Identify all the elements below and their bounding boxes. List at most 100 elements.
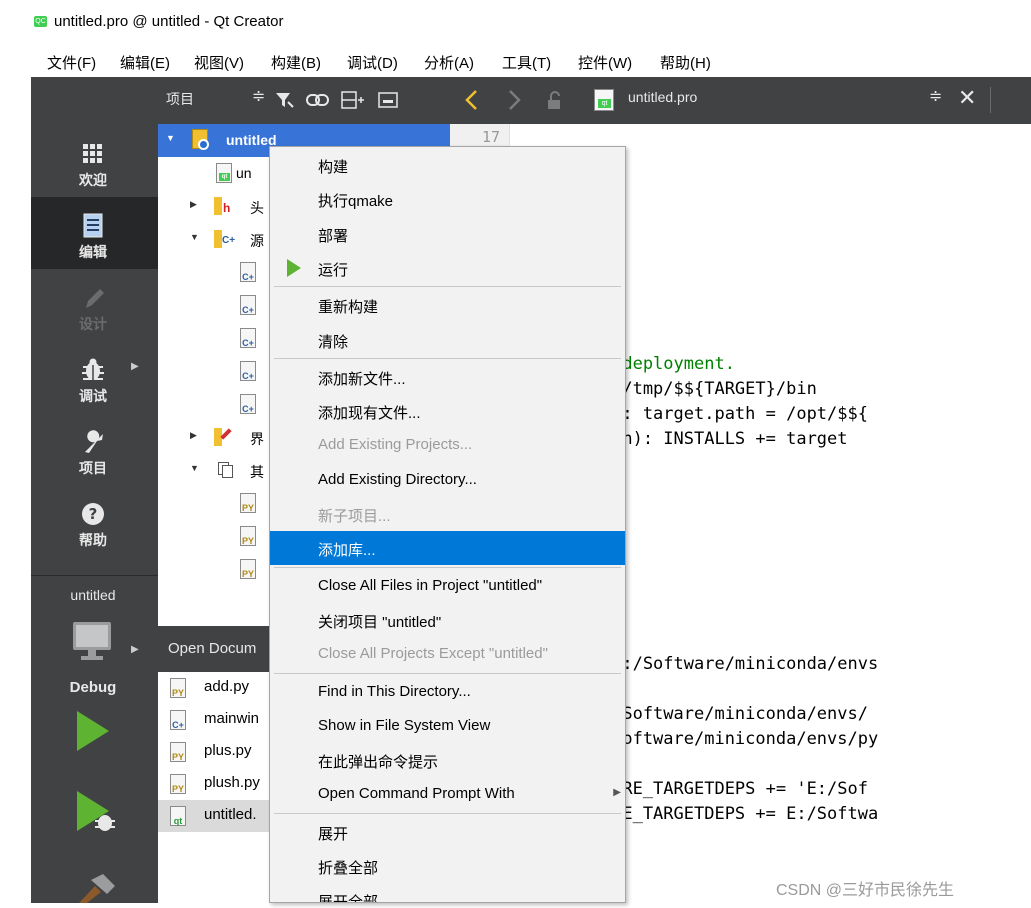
kit-selector-button[interactable]: ▶ Debug xyxy=(31,612,158,697)
menu-help[interactable]: 帮助(H) xyxy=(660,52,711,73)
menu-separator xyxy=(274,672,621,674)
context-menu-item[interactable]: Close All Files in Project "untitled" xyxy=(270,569,625,603)
context-menu-label: 在此弹出命令提示 xyxy=(318,754,439,772)
context-menu-item[interactable]: 部署 xyxy=(270,217,625,251)
debug-run-icon xyxy=(77,791,115,831)
context-menu-item[interactable]: Show in File System View xyxy=(270,709,625,743)
mode-welcome[interactable]: 欢迎 xyxy=(31,125,158,197)
document-icon xyxy=(83,213,103,238)
menu-edit[interactable]: 编辑(E) xyxy=(120,52,170,73)
menu-view[interactable]: 视图(V) xyxy=(194,52,244,73)
expand-arrow-icon[interactable]: ▶ xyxy=(190,430,197,441)
context-menu-item[interactable]: Add Existing Directory... xyxy=(270,463,625,497)
cpp-file-icon: C+ xyxy=(240,361,256,381)
collapse-arrow-icon[interactable]: ▼ xyxy=(190,463,199,473)
other-folder-icon xyxy=(218,462,234,478)
py-file-icon: PY xyxy=(170,678,186,698)
mode-label: 欢迎 xyxy=(79,172,107,188)
mode-design[interactable]: 设计 xyxy=(31,269,158,341)
pane-title: 项目 xyxy=(166,91,194,107)
context-menu-item[interactable]: 在此弹出命令提示 xyxy=(270,743,625,777)
mode-label: 设计 xyxy=(79,316,107,332)
mode-edit[interactable]: 编辑 xyxy=(31,197,158,269)
menu-tools[interactable]: 工具(T) xyxy=(502,52,551,73)
mode-debug[interactable]: ▶ 调试 xyxy=(31,341,158,413)
context-menu-label: 构建 xyxy=(318,159,349,176)
pane-selector-icon[interactable]: ≑ xyxy=(252,86,265,106)
cpp-file-icon: C+ xyxy=(240,295,256,315)
close-icon[interactable]: ✕ xyxy=(958,85,976,111)
qt-icon: QC xyxy=(34,16,47,27)
menu-separator xyxy=(274,566,621,568)
close-pane-icon[interactable] xyxy=(378,91,398,109)
context-menu-item[interactable]: Find in This Directory... xyxy=(270,675,625,709)
context-menu: 构建 执行qmake 部署 运行 重新构建 清除 添加新文件... 添加现有文件... Add … xyxy=(269,146,626,903)
build-button[interactable] xyxy=(75,872,119,903)
cpp-file-icon: C+ xyxy=(240,328,256,348)
filter-icon[interactable] xyxy=(274,90,294,110)
expand-arrow-icon[interactable]: ▶ xyxy=(190,199,197,210)
monitor-icon xyxy=(73,622,111,660)
current-file-name[interactable]: untitled.pro xyxy=(628,89,697,105)
context-menu-label: 新子项目... xyxy=(318,508,391,525)
context-menu-item[interactable]: 关闭项目 "untitled" xyxy=(270,603,625,637)
link-icon[interactable] xyxy=(306,90,330,110)
cpp-file-icon: C+ xyxy=(240,262,256,282)
collapse-arrow-icon[interactable]: ▼ xyxy=(166,133,175,143)
file-selector-icon[interactable]: ≑ xyxy=(929,86,942,106)
menu-analyze[interactable]: 分析(A) xyxy=(424,52,474,73)
mode-label: 帮助 xyxy=(79,532,107,548)
context-menu-label: Open Command Prompt With xyxy=(318,785,515,803)
context-menu-label: 部署 xyxy=(318,227,349,245)
context-menu-item[interactable]: 添加库... xyxy=(270,531,625,566)
context-menu-item[interactable]: 添加新文件... xyxy=(270,360,625,394)
py-file-icon: PY xyxy=(240,526,256,546)
context-menu-item[interactable]: 清除 xyxy=(270,323,625,357)
context-menu-label: 展开 xyxy=(318,825,349,843)
context-menu-label: 运行 xyxy=(318,261,349,279)
context-menu-item[interactable]: 运行 xyxy=(270,251,625,285)
run-icon xyxy=(77,711,109,751)
context-menu-item[interactable]: 添加现有文件... xyxy=(270,394,625,428)
context-menu-label: 添加库... xyxy=(318,542,376,560)
collapse-arrow-icon[interactable]: ▼ xyxy=(190,232,199,242)
open-document-label: plush.py xyxy=(204,774,260,791)
pro-file-icon: qt xyxy=(594,89,614,111)
context-menu-label: 折叠全部 xyxy=(318,860,379,877)
expand-arrow-icon: ▶ xyxy=(131,361,139,372)
line-number: 17 xyxy=(482,128,501,146)
mode-label: 调试 xyxy=(79,388,107,404)
context-menu-item[interactable]: 构建 xyxy=(270,148,625,182)
build-config-label: Debug xyxy=(69,679,117,696)
forward-arrow-icon[interactable] xyxy=(506,89,522,111)
mode-help[interactable]: ? 帮助 xyxy=(31,485,158,557)
context-menu-item[interactable]: 折叠全部 xyxy=(270,849,625,883)
tree-item-label: 其 xyxy=(250,464,264,480)
submenu-arrow-icon: ▶ xyxy=(613,787,621,799)
context-menu-item[interactable]: 展开 xyxy=(270,815,625,849)
run-button[interactable] xyxy=(75,709,115,755)
menu-debug[interactable]: 调试(D) xyxy=(347,52,398,73)
context-menu-item[interactable]: 重新构建 xyxy=(270,288,625,322)
context-menu-label: Show in File System View xyxy=(318,716,491,734)
tree-item-label: un xyxy=(236,165,252,181)
mode-label: 项目 xyxy=(79,460,107,476)
menu-build[interactable]: 构建(B) xyxy=(271,52,321,73)
split-icon[interactable] xyxy=(341,90,365,110)
menu-file[interactable]: 文件(F) xyxy=(47,52,96,73)
context-menu-item[interactable]: 执行qmake xyxy=(270,182,625,216)
context-menu-item[interactable]: Open Command Prompt With ▶ xyxy=(270,777,625,811)
context-menu-label: Find in This Directory... xyxy=(318,682,471,700)
context-menu-label: 重新构建 xyxy=(318,299,379,317)
back-arrow-icon[interactable] xyxy=(464,89,480,111)
window-title: untitled.pro @ untitled - Qt Creator xyxy=(54,13,284,30)
context-menu-item: Add Existing Projects... xyxy=(270,428,625,462)
menu-widgets[interactable]: 控件(W) xyxy=(578,52,632,73)
cpp-file-icon: C+ xyxy=(240,394,256,414)
context-menu-label: 执行qmake xyxy=(318,193,394,211)
debug-run-button[interactable] xyxy=(75,789,119,839)
context-menu-item[interactable]: 展开全部 xyxy=(270,883,625,902)
run-icon xyxy=(287,258,301,277)
open-document-label: untitled. xyxy=(204,806,257,823)
mode-projects[interactable]: 项目 xyxy=(31,413,158,485)
